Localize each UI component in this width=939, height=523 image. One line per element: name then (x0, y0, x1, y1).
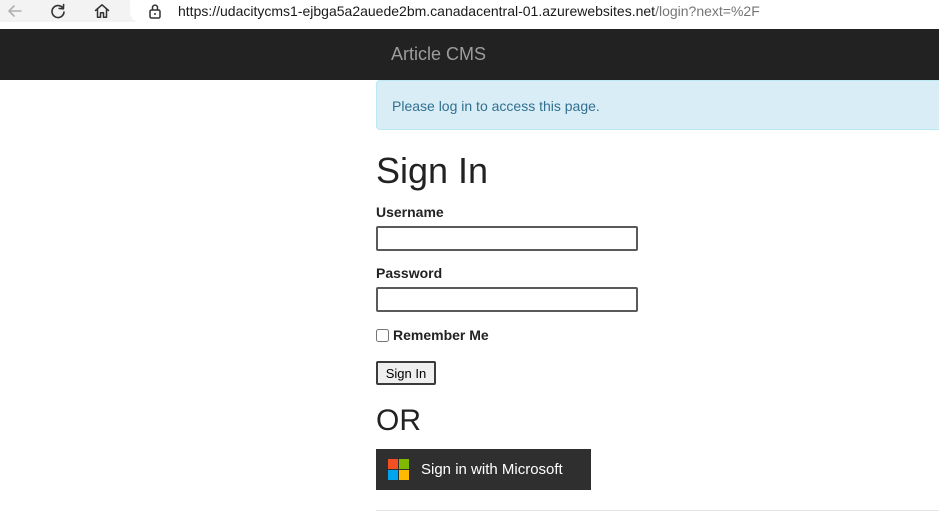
ms-logo-square (388, 470, 398, 480)
home-button[interactable] (89, 0, 115, 22)
alert-message: Please log in to access this page. (392, 98, 600, 114)
info-alert: Please log in to access this page. (376, 80, 939, 130)
address-bar[interactable]: https://udacitycms1-ejbga5a2auede2bm.can… (130, 0, 939, 22)
page-title: Sign In (376, 150, 489, 191)
top-navbar: Article CMS (0, 29, 939, 80)
sign-in-microsoft-button[interactable]: Sign in with Microsoft (376, 449, 591, 490)
password-label: Password (376, 265, 443, 281)
ms-logo-square (399, 470, 409, 480)
back-arrow-icon (8, 5, 22, 17)
divider (376, 510, 939, 511)
username-field[interactable] (376, 226, 638, 251)
remember-me-label[interactable]: Remember Me (393, 327, 489, 343)
refresh-button[interactable] (45, 0, 71, 22)
url-host: https://udacitycms1-ejbga5a2auede2bm.can… (178, 3, 656, 19)
or-separator: OR (376, 404, 421, 437)
browser-toolbar: https://udacitycms1-ejbga5a2auede2bm.can… (0, 0, 939, 22)
password-field[interactable] (376, 287, 638, 312)
brand-link[interactable]: Article CMS (391, 43, 486, 65)
remember-me-row: Remember Me (376, 327, 489, 343)
sign-in-button[interactable]: Sign In (376, 361, 436, 385)
username-label: Username (376, 204, 444, 220)
microsoft-button-label: Sign in with Microsoft (421, 461, 563, 478)
ms-logo-square (399, 459, 409, 469)
back-button[interactable] (2, 0, 28, 22)
lock-icon (149, 4, 161, 19)
url-path: /login?next=%2F (655, 3, 760, 19)
refresh-icon (51, 3, 65, 19)
home-icon (94, 4, 110, 18)
microsoft-logo-icon (388, 459, 409, 480)
remember-me-checkbox[interactable] (376, 328, 389, 342)
ms-logo-square (388, 459, 398, 469)
url-text: https://udacitycms1-ejbga5a2auede2bm.can… (178, 2, 760, 20)
